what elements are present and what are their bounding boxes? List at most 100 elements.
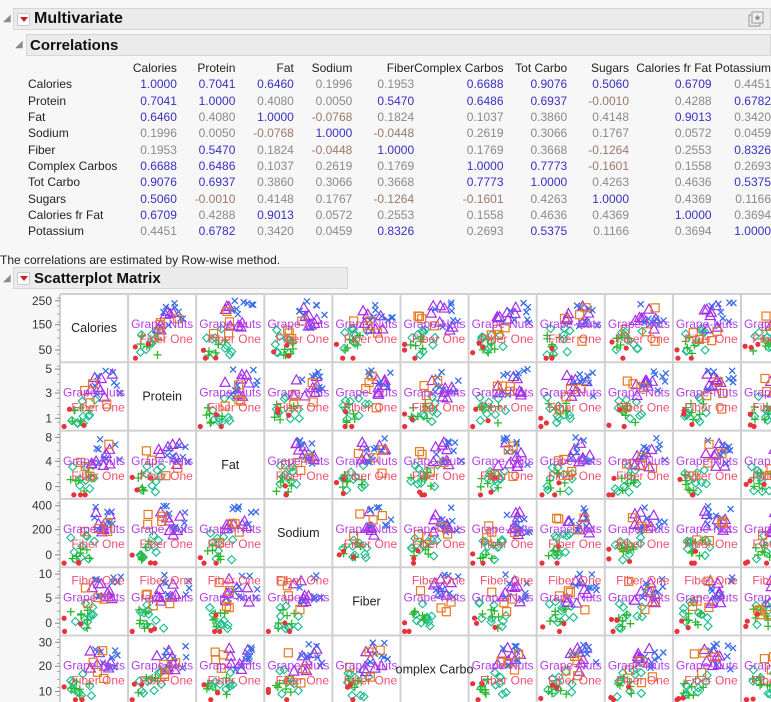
diagonal-variable-label: Sodium [277, 526, 319, 540]
correlation-cell: 0.3066 [315, 175, 353, 190]
point-label-fiber-one: Fiber One [139, 537, 193, 551]
dot-marker [610, 492, 616, 498]
point-label-grape-nuts: Grape-Nuts [608, 659, 670, 673]
correlation-cell: 0.6486 [466, 93, 504, 108]
dot-marker [470, 350, 476, 356]
dot-marker [679, 618, 685, 624]
disclosure-triangle-icon[interactable]: ◢ [15, 40, 23, 50]
point-label-grape-nuts: Grape-Nuts [676, 385, 738, 399]
point-label-grape-nuts: Grape-Nuts [267, 454, 329, 468]
point-label-grape-nuts: Grape-Nuts [472, 317, 534, 331]
point-label-grape-nuts: Grape-Nuts [404, 522, 466, 536]
disclosure-triangle-icon[interactable]: ◢ [3, 14, 11, 24]
dot-marker [282, 483, 288, 489]
red-triangle-menu-icon[interactable] [17, 12, 30, 26]
dot-marker [61, 560, 67, 566]
dot-marker [688, 355, 694, 361]
correlation-cell: 1.0000 [140, 77, 177, 92]
red-triangle-menu-icon[interactable] [17, 271, 30, 285]
correlation-cell: 0.1558 [674, 158, 712, 173]
point-label-fiber-one: Fiber One [684, 400, 738, 414]
point-label-grape-nuts: Grape-Nuts [540, 454, 602, 468]
scatterplot-matrix-header[interactable]: Scatterplot Matrix [13, 267, 348, 289]
correlation-cell: 0.9076 [530, 77, 568, 92]
correlation-cell: 0.4148 [592, 110, 629, 125]
correlation-cell: 0.8326 [734, 142, 771, 157]
dot-marker [197, 555, 203, 561]
correlation-cell: 0.1037 [466, 110, 504, 125]
report-options-icon[interactable] [748, 11, 764, 27]
point-label-fiber-one: Fiber One [480, 573, 534, 587]
correlation-cell: 1.0000 [257, 110, 294, 125]
point-label-grape-nuts: Grape-Nuts [676, 317, 738, 331]
scatterplot-matrix[interactable]: 2501505053184040020001050302010Calories G… [0, 290, 771, 702]
correlation-cell: 0.6688 [466, 77, 504, 92]
point-label-grape-nuts: Grape-Nuts [744, 385, 771, 399]
correlation-cell: 0.6460 [140, 110, 177, 125]
dot-marker [406, 628, 412, 635]
dot-marker [626, 558, 633, 565]
dot-marker [561, 621, 567, 627]
point-label-fiber-one: Fiber One [412, 573, 466, 587]
correlation-header-row: Calories Protein Fat Sodium Fiber Complex Car… [28, 60, 771, 76]
point-label-grape-nuts: Grape-Nuts [335, 385, 397, 399]
point-label-grape-nuts: Grape-Nuts [540, 590, 602, 604]
point-label-fiber-one: Fiber One [752, 573, 771, 587]
point-label-grape-nuts: Grape-Nuts [472, 659, 534, 673]
column-header: Complex Carbos [414, 61, 504, 76]
dot-marker [540, 624, 546, 630]
dot-marker [742, 343, 748, 349]
dot-marker [677, 476, 683, 482]
dot-marker [77, 492, 84, 498]
point-label-grape-nuts: Grape-Nuts [744, 454, 771, 468]
point-label-fiber-one: Fiber One [684, 332, 738, 346]
dot-marker [470, 681, 476, 687]
point-label-fiber-one: Fiber One [548, 573, 602, 587]
correlation-cell: 0.3694 [734, 207, 771, 222]
table-row: Complex Carbos 0.6688 0.6486 0.1037 0.2619 0.… [28, 158, 771, 174]
point-label-grape-nuts: Grape-Nuts [744, 317, 771, 331]
dot-marker [471, 615, 478, 621]
point-label-fiber-one: Fiber One [344, 332, 398, 346]
correlation-cell: 0.0572 [315, 207, 353, 222]
dot-marker [202, 355, 209, 361]
dot-marker [350, 554, 357, 560]
dot-marker [473, 620, 480, 626]
dot-marker [197, 423, 203, 430]
point-label-fiber-one: Fiber One [344, 469, 398, 483]
point-label-fiber-one: Fiber One [752, 469, 771, 483]
dot-marker [286, 353, 292, 359]
correlation-cell: 0.5375 [734, 175, 771, 190]
row-label: Fat [28, 110, 46, 125]
correlation-cell: 1.0000 [377, 142, 415, 157]
point-label-fiber-one: Fiber One [71, 674, 125, 688]
point-label-fiber-one: Fiber One [684, 469, 738, 483]
dot-marker [680, 695, 686, 701]
dot-marker [623, 345, 629, 351]
dot-marker [147, 560, 154, 566]
dot-marker [76, 560, 82, 566]
correlation-cell: 1.0000 [674, 207, 712, 222]
point-label-grape-nuts: Grape-Nuts [63, 385, 125, 399]
point-label-fiber-one: Fiber One [684, 573, 738, 587]
y-tick-label: 20 [39, 659, 53, 673]
dot-marker [610, 628, 616, 635]
multivariate-header[interactable]: Multivariate [13, 8, 771, 30]
correlations-header[interactable]: Correlations [26, 34, 771, 56]
correlation-cell: 1.0000 [315, 126, 353, 141]
dot-marker [201, 560, 207, 566]
column-header: Potassium [714, 61, 771, 76]
dot-marker [77, 621, 84, 627]
correlation-cell: -0.1601 [462, 191, 504, 206]
disclosure-triangle-icon[interactable]: ◢ [3, 274, 11, 284]
correlation-cell: 0.2553 [674, 142, 712, 157]
correlation-cell: 0.5375 [530, 224, 568, 239]
column-header: Tot Carbo [515, 61, 568, 76]
correlation-cell: -0.0768 [311, 110, 353, 125]
y-tick-label: 4 [45, 454, 52, 468]
dot-marker [606, 546, 612, 552]
point-label-grape-nuts: Grape-Nuts [540, 522, 602, 536]
correlation-cell: 0.3066 [530, 126, 568, 141]
dot-marker [401, 628, 408, 635]
dot-marker [213, 560, 219, 566]
